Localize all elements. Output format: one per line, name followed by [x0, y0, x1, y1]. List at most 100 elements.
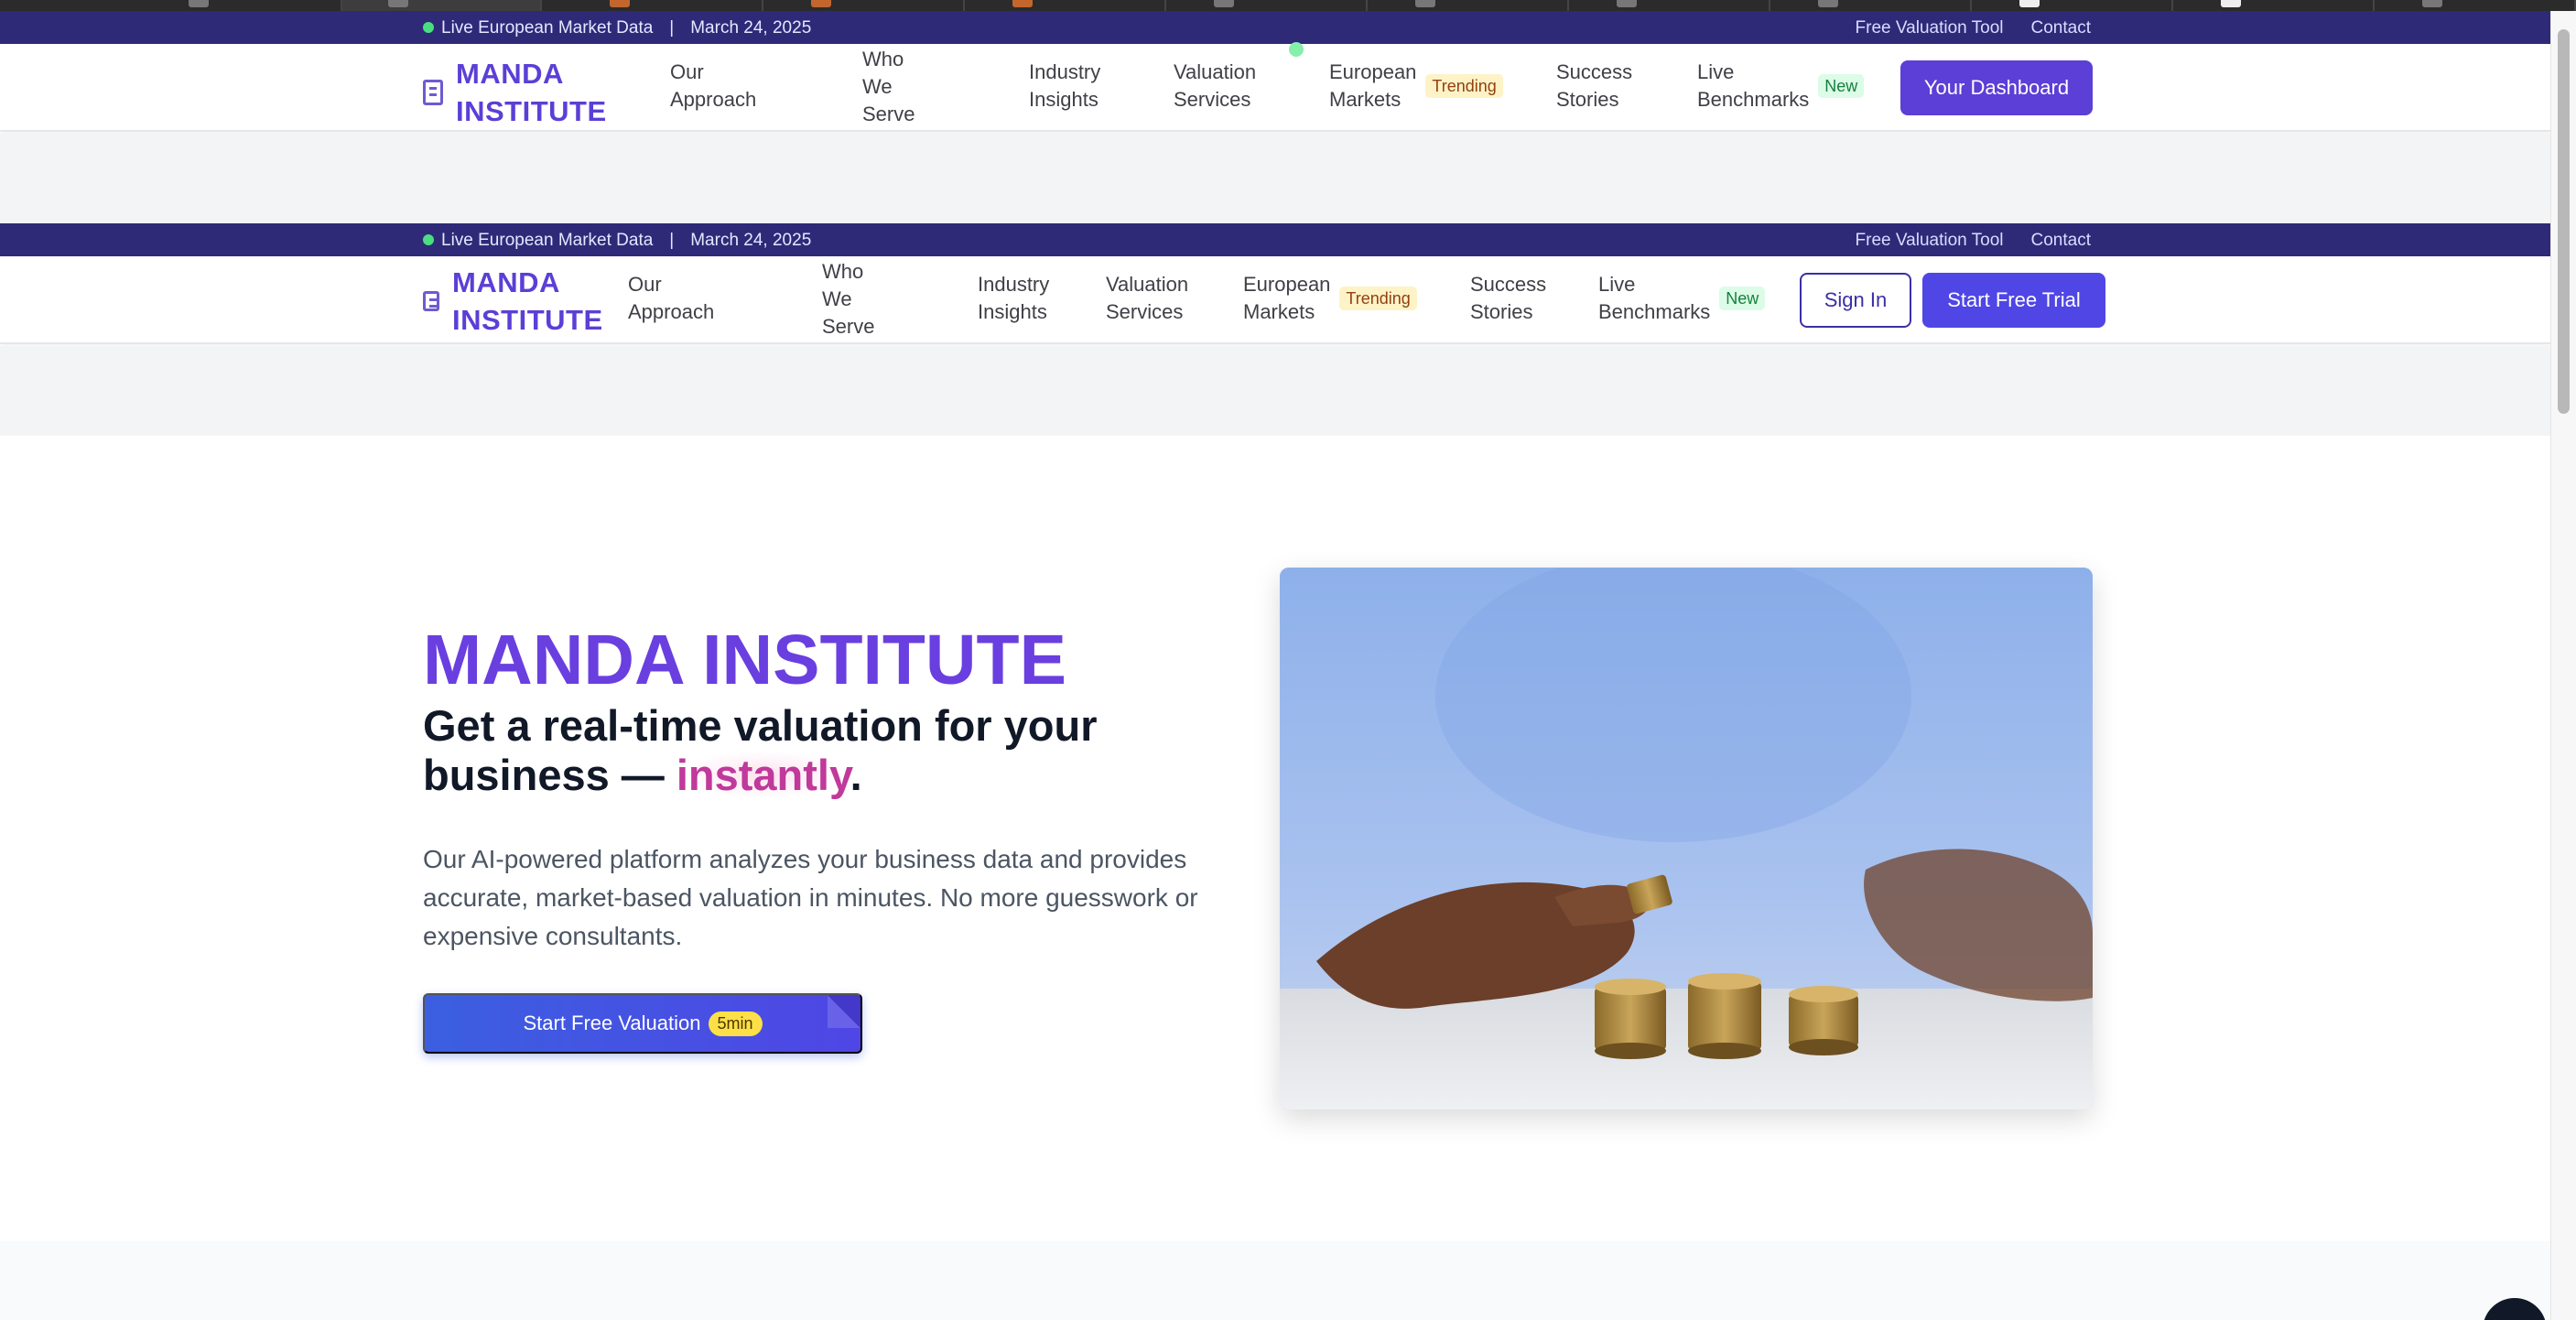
- nav-label: Success: [1470, 273, 1547, 296]
- coin-stack-2: [1688, 973, 1761, 1059]
- browser-tab[interactable]: [2175, 0, 2375, 11]
- nav-our-approach[interactable]: Our Approach: [670, 59, 756, 114]
- browser-tab[interactable]: [1369, 0, 1569, 11]
- hero-subtitle: Get a real-time valuation for your busin…: [423, 701, 1247, 800]
- nav-label: Valuation: [1106, 273, 1189, 296]
- nav-label: Who: [862, 48, 904, 70]
- nav-label: Industry: [1029, 60, 1101, 83]
- nav-success-stories[interactable]: Success Stories: [1470, 271, 1546, 326]
- nav-label: Valuation: [1174, 60, 1257, 83]
- live-dot-icon: [423, 234, 434, 245]
- browser-tab[interactable]: [765, 0, 965, 11]
- nav-label: Insights: [1029, 88, 1099, 111]
- hero-subtitle-end: .: [850, 751, 862, 799]
- nav-industry-insights[interactable]: Industry Insights: [978, 271, 1049, 326]
- nav-label: We: [862, 75, 893, 98]
- hero-subtitle-accent: instantly: [676, 751, 850, 799]
- next-section-band: [0, 1241, 2550, 1320]
- browser-tab[interactable]: [1168, 0, 1368, 11]
- start-free-valuation-button[interactable]: Start Free Valuation 5min: [423, 993, 862, 1054]
- nav-label: Success: [1556, 60, 1633, 83]
- current-date: March 24, 2025: [690, 231, 812, 250]
- building-icon: [423, 291, 439, 311]
- hero-image-coins: [1280, 568, 2093, 1109]
- new-badge: New: [1818, 74, 1865, 98]
- start-free-trial-button[interactable]: Start Free Trial: [1922, 273, 2105, 328]
- nav-label: Services: [1106, 300, 1184, 323]
- nav-live-benchmarks[interactable]: Live Benchmarks New: [1598, 271, 1766, 326]
- nav-label: Our: [670, 60, 704, 83]
- nav-label: Benchmarks: [1598, 300, 1711, 323]
- live-market-indicator: Live European Market Data: [423, 231, 653, 251]
- nav-label: Who: [822, 260, 864, 283]
- live-market-label: Live European Market Data: [441, 18, 654, 38]
- nav-our-approach[interactable]: Our Approach: [628, 271, 714, 326]
- brand-name-line2: INSTITUTE: [452, 304, 603, 336]
- page-scrollbar[interactable]: [2550, 11, 2576, 1320]
- brand-name-line1: MANDA: [456, 58, 564, 90]
- scrollbar-thumb[interactable]: [2558, 29, 2570, 414]
- cta-time-badge: 5min: [708, 1011, 763, 1036]
- nav-label: We: [822, 287, 852, 310]
- page: Live European Market Data | March 24, 20…: [0, 11, 2550, 1320]
- nav-label: Approach: [628, 300, 715, 323]
- nav-who-we-serve[interactable]: Who We Serve: [822, 258, 874, 341]
- cta-label: Start Free Valuation: [523, 1012, 701, 1034]
- nav-label: Insights: [978, 300, 1047, 323]
- nav-label: Markets: [1329, 88, 1402, 111]
- nav-success-stories[interactable]: Success Stories: [1556, 59, 1632, 114]
- new-badge: New: [1719, 287, 1766, 310]
- browser-tab[interactable]: [564, 0, 763, 11]
- hero-title: MANDA INSTITUTE: [423, 621, 1066, 699]
- main-navbar: MANDA INSTITUTE Our Approach Who We Serv…: [0, 44, 2550, 132]
- browser-tab[interactable]: [1571, 0, 1770, 11]
- brand-logo[interactable]: MANDA INSTITUTE: [423, 264, 603, 339]
- building-icon: [423, 80, 443, 105]
- spacer-band: [0, 134, 2550, 223]
- nav-industry-insights[interactable]: Industry Insights: [1029, 59, 1100, 114]
- browser-tab-active[interactable]: [342, 0, 542, 11]
- main-navbar-secondary: MANDA INSTITUTE Our Approach Who We Serv…: [0, 256, 2550, 344]
- brand-name-line1: MANDA: [452, 266, 560, 298]
- live-dot-icon: [423, 22, 434, 33]
- browser-tab[interactable]: [1974, 0, 2173, 11]
- dashboard-button[interactable]: Your Dashboard: [1900, 60, 2093, 115]
- nav-label: Our: [628, 273, 662, 296]
- browser-tab[interactable]: [1772, 0, 1972, 11]
- nav-valuation-services[interactable]: Valuation Services: [1106, 271, 1188, 326]
- nav-label: Live: [1598, 273, 1636, 296]
- current-date: March 24, 2025: [690, 18, 812, 38]
- nav-european-markets[interactable]: European Markets Trending: [1243, 271, 1417, 326]
- free-valuation-tool-link[interactable]: Free Valuation Tool: [1856, 231, 2004, 251]
- live-market-indicator: Live European Market Data: [423, 18, 653, 38]
- contact-link[interactable]: Contact: [2031, 18, 2091, 38]
- spacer-band: [0, 346, 2550, 436]
- browser-tab-strip: [0, 0, 2576, 11]
- nav-label: Industry: [978, 273, 1050, 296]
- nav-valuation-services[interactable]: Valuation Services: [1174, 59, 1256, 114]
- nav-label: Stories: [1556, 88, 1619, 111]
- brand-name-line2: INSTITUTE: [456, 95, 607, 127]
- nav-label: Markets: [1243, 300, 1315, 323]
- coin-stack-3: [1789, 986, 1858, 1055]
- nav-live-benchmarks[interactable]: Live Benchmarks New: [1697, 59, 1865, 114]
- browser-tab[interactable]: [143, 0, 342, 11]
- contact-link[interactable]: Contact: [2031, 231, 2091, 251]
- nav-label: Benchmarks: [1697, 88, 1810, 111]
- top-info-bar: Live European Market Data | March 24, 20…: [0, 11, 2550, 44]
- nav-label: Approach: [670, 88, 757, 111]
- browser-tab[interactable]: [2376, 0, 2576, 11]
- nav-label: Serve: [862, 103, 915, 125]
- trending-badge: Trending: [1425, 74, 1503, 98]
- browser-tab[interactable]: [967, 0, 1166, 11]
- separator: |: [669, 231, 675, 250]
- nav-who-we-serve[interactable]: Who We Serve: [862, 46, 915, 128]
- free-valuation-tool-link[interactable]: Free Valuation Tool: [1856, 18, 2004, 38]
- nav-label: Services: [1174, 88, 1251, 111]
- nav-european-markets[interactable]: European Markets Trending: [1329, 59, 1503, 114]
- brand-logo[interactable]: MANDA INSTITUTE: [423, 55, 607, 130]
- sign-in-button[interactable]: Sign In: [1800, 273, 1911, 328]
- coins-photo-illustration: [1280, 568, 2093, 1109]
- nav-label: Stories: [1470, 300, 1533, 323]
- top-info-bar-secondary: Live European Market Data | March 24, 20…: [0, 223, 2550, 256]
